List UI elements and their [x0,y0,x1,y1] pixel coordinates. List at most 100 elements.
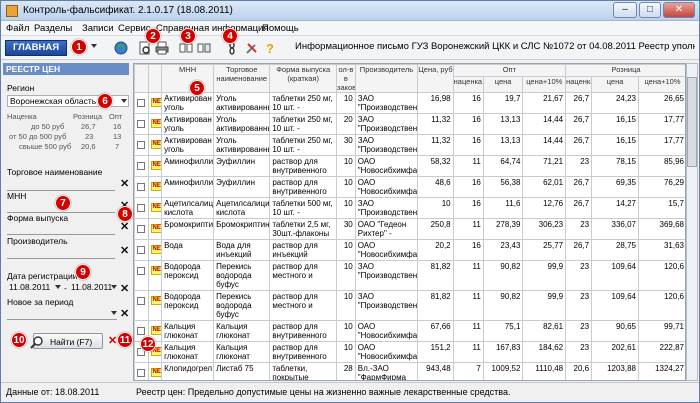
print-icon[interactable] [155,41,169,55]
chevron-down-icon[interactable] [121,99,127,103]
form-input[interactable] [7,223,115,235]
chevron-down-icon[interactable] [55,285,61,289]
date-to-input[interactable]: 11.08.2011 [69,282,117,294]
checkbox[interactable] [137,369,145,377]
table-row[interactable]: NEWАцетилсалицилов кислотаАцетилсалицил … [134,197,685,219]
cell-price: 11,32 [417,113,454,135]
clear-date-icon[interactable]: ✕ [120,282,129,295]
trade-name-input[interactable] [7,179,115,191]
checkbox[interactable] [137,297,145,305]
tools-icon[interactable] [245,41,259,55]
checkbox[interactable] [137,225,145,233]
menu-reference-info[interactable]: Справочная информация [156,23,269,34]
checkbox[interactable] [137,183,145,191]
cell-r1: 20,6 [565,362,593,380]
chevron-down-icon[interactable] [91,44,97,48]
clear-producer-icon[interactable]: ✕ [120,244,129,257]
menu-help[interactable]: Помощь [262,23,299,34]
checkbox[interactable] [137,99,145,107]
col-form[interactable]: Форма выпуска (краткая) [269,64,338,93]
scrollbar-thumb[interactable] [687,77,697,167]
minimize-button[interactable]: – [613,2,637,18]
col-retail-markup[interactable]: наценка,% [565,76,593,93]
col-opt-price10[interactable]: цена+10% [522,76,567,93]
checkbox[interactable] [137,267,145,275]
new-period-select[interactable] [7,308,117,320]
cell-r3: 120,6 [637,260,685,291]
menu-records[interactable]: Записи [82,23,114,34]
row-checkbox[interactable] [134,155,149,177]
cell-r3: 17,77 [637,113,685,135]
cell-o2: 23,43 [482,239,524,261]
row-checkbox[interactable] [134,260,149,291]
help-icon[interactable]: ? [263,41,277,55]
table-row[interactable]: NEWАминофиллинЭуфиллинраствор для внутри… [134,176,685,198]
table-row[interactable]: NEWБромокриптинБромокриптинтаблетки 2,5 … [134,218,685,240]
chevron-down-icon[interactable] [111,311,117,315]
main-button[interactable]: ГЛАВНАЯ [5,40,67,56]
reset-filters-icon[interactable]: ✕ [108,334,117,347]
table-row[interactable]: NEWКлопидогрелЛистаб 75таблетки, покрыты… [134,362,685,380]
search-icon [30,336,43,349]
table-row[interactable]: NEWАктивирован угольУголь активированный… [134,134,685,156]
col-trade-name[interactable]: Торговое наименование [213,64,271,93]
chevron-down-icon[interactable] [111,285,117,289]
close-button[interactable]: ✕ [663,2,695,18]
table-row[interactable]: NEWВодорода пероксидПерекись водорода бу… [134,290,685,321]
globe-icon[interactable] [114,41,128,55]
col-new[interactable] [147,64,163,93]
table-row[interactable]: NEWКальция глюконатКальция глюконатраств… [134,341,685,363]
col-producer[interactable]: Производитель [354,64,419,93]
row-checkbox[interactable] [134,176,149,198]
row-checkbox[interactable] [134,239,149,261]
table-row[interactable]: NEWАктивирован угольУголь активированный… [134,113,685,135]
row-checkbox[interactable] [134,218,149,240]
cell-trade: Уголь активированный [213,113,271,135]
producer-input[interactable] [7,247,115,259]
col-qty[interactable]: ол-в в заков [336,64,356,93]
menu-sections[interactable]: Разделы [34,23,72,34]
table-row[interactable]: NEWВодорода пероксидПерекись водорода бу… [134,260,685,291]
cell-mnn: Активирован уголь [161,134,215,156]
clear-new-period-icon[interactable]: ✕ [120,307,129,320]
maximize-button[interactable]: □ [639,2,661,18]
col-mnn[interactable]: МНН [161,64,215,93]
col-check[interactable] [134,64,149,93]
columns-settings-icon[interactable] [197,41,211,55]
cell-mnn: Кальция глюконат [161,341,215,363]
col-retail-price[interactable]: цена [591,76,639,93]
checkbox[interactable] [137,246,145,254]
checkbox[interactable] [137,141,145,149]
col-retail-price10[interactable]: цена+10% [637,76,685,93]
table-row[interactable]: NEWВодаВода для инъекцийраствор для инъе… [134,239,685,261]
row-checkbox[interactable] [134,290,149,321]
row-checkbox[interactable] [134,134,149,156]
row-checkbox[interactable] [134,362,149,380]
cell-qty: 30 [336,134,356,156]
row-checkbox[interactable] [134,197,149,219]
cell-mnn: Аминофиллин [161,155,215,177]
row-checkbox[interactable] [134,113,149,135]
table-row[interactable]: NEWАктивирован угольУголь активированный… [134,92,685,114]
checkbox[interactable] [137,162,145,170]
badge-9: 9 [75,264,91,280]
col-opt-markup[interactable]: наценка,% [452,76,484,93]
status-data-date: Данные от: 18.08.2011 [6,387,100,397]
menu-file[interactable]: Файл [6,23,29,34]
new-badge: NEW [150,98,161,107]
date-from-input[interactable]: 11.08.2011 [7,282,62,294]
cell-o3: 99,9 [522,260,567,291]
cell-o3: 184,62 [522,341,567,363]
clear-trade-name-icon[interactable]: ✕ [120,177,129,190]
find-button[interactable]: Найти (F7) [30,333,103,349]
col-price[interactable]: Цена, руб [417,64,454,93]
table-row[interactable]: NEWАминофиллинЭуфиллинраствор для внутри… [134,155,685,177]
checkbox[interactable] [137,327,145,335]
cell-o2: 64,74 [482,155,524,177]
checkbox[interactable] [137,204,145,212]
cell-o1: 16 [452,176,484,198]
checkbox[interactable] [137,120,145,128]
table-row[interactable]: NEWКальция глюконатКальция глюконатраств… [134,320,685,342]
col-opt-price[interactable]: цена [482,76,524,93]
row-checkbox[interactable] [134,92,149,114]
